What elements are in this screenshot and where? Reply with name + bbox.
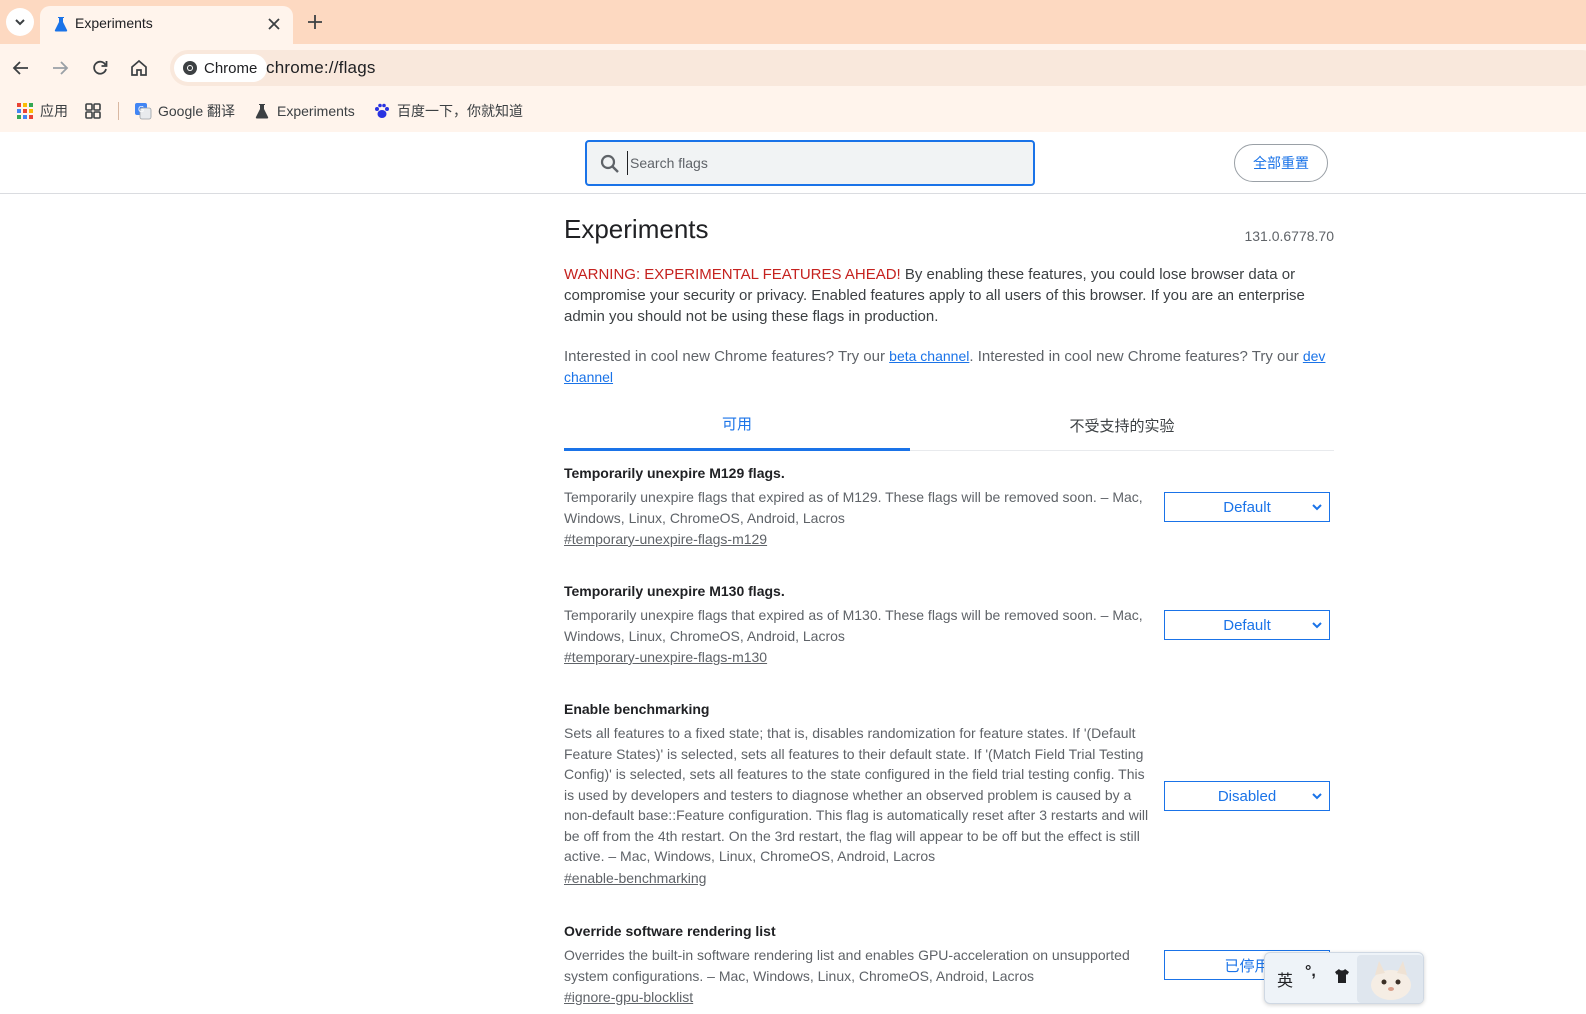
ime-toolbar[interactable]: 英 °,	[1264, 952, 1424, 1004]
experiment-name: Temporarily unexpire M129 flags.	[564, 465, 785, 481]
bookmarks-bar: 应用 G Google 翻译 Experiments 百度一下，你就知道	[0, 92, 1586, 132]
shirt-icon[interactable]	[1333, 967, 1351, 985]
forward-arrow-icon	[53, 61, 69, 75]
bookmark-label: 应用	[40, 103, 68, 119]
experiment-item: Temporarily unexpire M130 flags. Tempora…	[564, 580, 1334, 667]
version-label: 131.0.6778.70	[1244, 228, 1334, 244]
tab-unavailable[interactable]: 不受支持的实验	[910, 399, 1334, 451]
chrome-logo-icon	[183, 61, 197, 75]
back-arrow-icon	[12, 61, 28, 75]
reload-icon	[93, 60, 108, 75]
search-flags-box[interactable]	[585, 140, 1035, 186]
home-button[interactable]	[127, 56, 151, 80]
chevron-down-icon	[15, 19, 25, 26]
new-tab-icon[interactable]	[304, 11, 326, 33]
experiment-permalink[interactable]: #ignore-gpu-blocklist	[564, 989, 693, 1005]
reload-button[interactable]	[88, 56, 112, 80]
bookmark-separator	[118, 102, 119, 120]
address-bar[interactable]: Chrome chrome://flags	[170, 50, 1586, 86]
experiment-description: Overrides the built-in software renderin…	[564, 947, 1130, 984]
experiment-name: Override software rendering list	[564, 923, 776, 939]
experiment-item: Override software rendering list Overrid…	[564, 920, 1334, 1007]
bookmark-google-translate[interactable]: G Google 翻译	[134, 100, 235, 122]
tab-available[interactable]: 可用	[564, 399, 910, 451]
channels-text-2: . Interested in cool new Chrome features…	[969, 348, 1303, 365]
channels-text-1: Interested in cool new Chrome features? …	[564, 348, 890, 365]
experiment-state-select[interactable]: Default	[1164, 610, 1330, 640]
bookmark-experiments[interactable]: Experiments	[253, 100, 355, 122]
flags-tabs: 可用 不受支持的实验	[564, 399, 1334, 451]
title-row: Experiments 131.0.6778.70	[564, 214, 1334, 250]
back-button[interactable]	[9, 56, 33, 80]
toolbar: Chrome chrome://flags	[0, 44, 1586, 92]
tab-search-button[interactable]	[6, 8, 34, 36]
close-icon[interactable]	[265, 15, 283, 33]
experiment-permalink[interactable]: #temporary-unexpire-flags-m129	[564, 531, 767, 547]
experiment-permalink[interactable]: #temporary-unexpire-flags-m130	[564, 649, 767, 665]
bookmark-apps[interactable]: 应用	[16, 100, 68, 122]
site-chip-label: Chrome	[204, 59, 258, 77]
reset-all-button[interactable]: 全部重置	[1234, 144, 1328, 182]
experiment-permalink[interactable]: #enable-benchmarking	[564, 870, 706, 886]
channels-text: Interested in cool new Chrome features? …	[564, 346, 1334, 388]
flask-icon	[255, 104, 269, 119]
site-info-chip[interactable]: Chrome	[174, 54, 268, 82]
bookmark-label: Experiments	[277, 103, 355, 119]
search-icon	[600, 154, 619, 173]
apps-grid-icon	[17, 103, 33, 119]
flags-header: 全部重置	[0, 132, 1586, 194]
tab-experiments[interactable]: Experiments	[40, 6, 293, 44]
ime-punctuation-toggle[interactable]: °,	[1305, 963, 1316, 981]
select-value: Disabled	[1217, 787, 1277, 805]
experiment-description: Temporarily unexpire flags that expired …	[564, 607, 1143, 644]
flask-icon	[54, 17, 68, 32]
page-title: Experiments	[564, 214, 709, 244]
experiment-name: Temporarily unexpire M130 flags.	[564, 583, 785, 599]
baidu-paw-icon	[375, 103, 389, 118]
experiment-state-select[interactable]: Disabled	[1164, 781, 1330, 811]
bookmark-label: Google 翻译	[158, 103, 236, 119]
pet-mascot-icon	[1357, 955, 1423, 1003]
ime-language-toggle[interactable]: 英	[1277, 967, 1293, 991]
google-translate-icon: G	[135, 103, 152, 120]
chevron-down-icon	[1312, 504, 1322, 511]
experiment-item: Enable benchmarking Sets all features to…	[564, 698, 1334, 888]
bookmark-tab-groups[interactable]	[84, 100, 102, 122]
warning-prefix: WARNING: EXPERIMENTAL FEATURES AHEAD!	[564, 266, 901, 283]
url-text[interactable]: chrome://flags	[266, 58, 376, 78]
forward-button[interactable]	[48, 56, 72, 80]
experiment-state-select[interactable]: Default	[1164, 492, 1330, 522]
select-value: 已停用	[1224, 957, 1270, 975]
chevron-down-icon	[1312, 793, 1322, 800]
select-value: Default	[1223, 616, 1271, 634]
experiment-description: Temporarily unexpire flags that expired …	[564, 489, 1143, 526]
bookmark-label: 百度一下，你就知道	[397, 103, 523, 119]
beta-channel-link[interactable]: beta channel	[889, 348, 969, 364]
bookmark-baidu[interactable]: 百度一下，你就知道	[373, 100, 523, 122]
tab-groups-icon	[85, 103, 101, 119]
tab-title: Experiments	[75, 15, 153, 31]
select-value: Default	[1223, 498, 1271, 516]
experiment-name: Enable benchmarking	[564, 701, 710, 717]
experiment-description: Sets all features to a fixed state; that…	[564, 725, 1149, 864]
warning-text: WARNING: EXPERIMENTAL FEATURES AHEAD! By…	[564, 264, 1334, 327]
tab-strip: Experiments	[0, 0, 1586, 44]
home-icon	[131, 59, 147, 76]
svg-text:G: G	[138, 105, 144, 114]
experiment-item: Temporarily unexpire M129 flags. Tempora…	[564, 462, 1334, 549]
search-flags-input[interactable]	[627, 151, 1017, 175]
chevron-down-icon	[1312, 622, 1322, 629]
